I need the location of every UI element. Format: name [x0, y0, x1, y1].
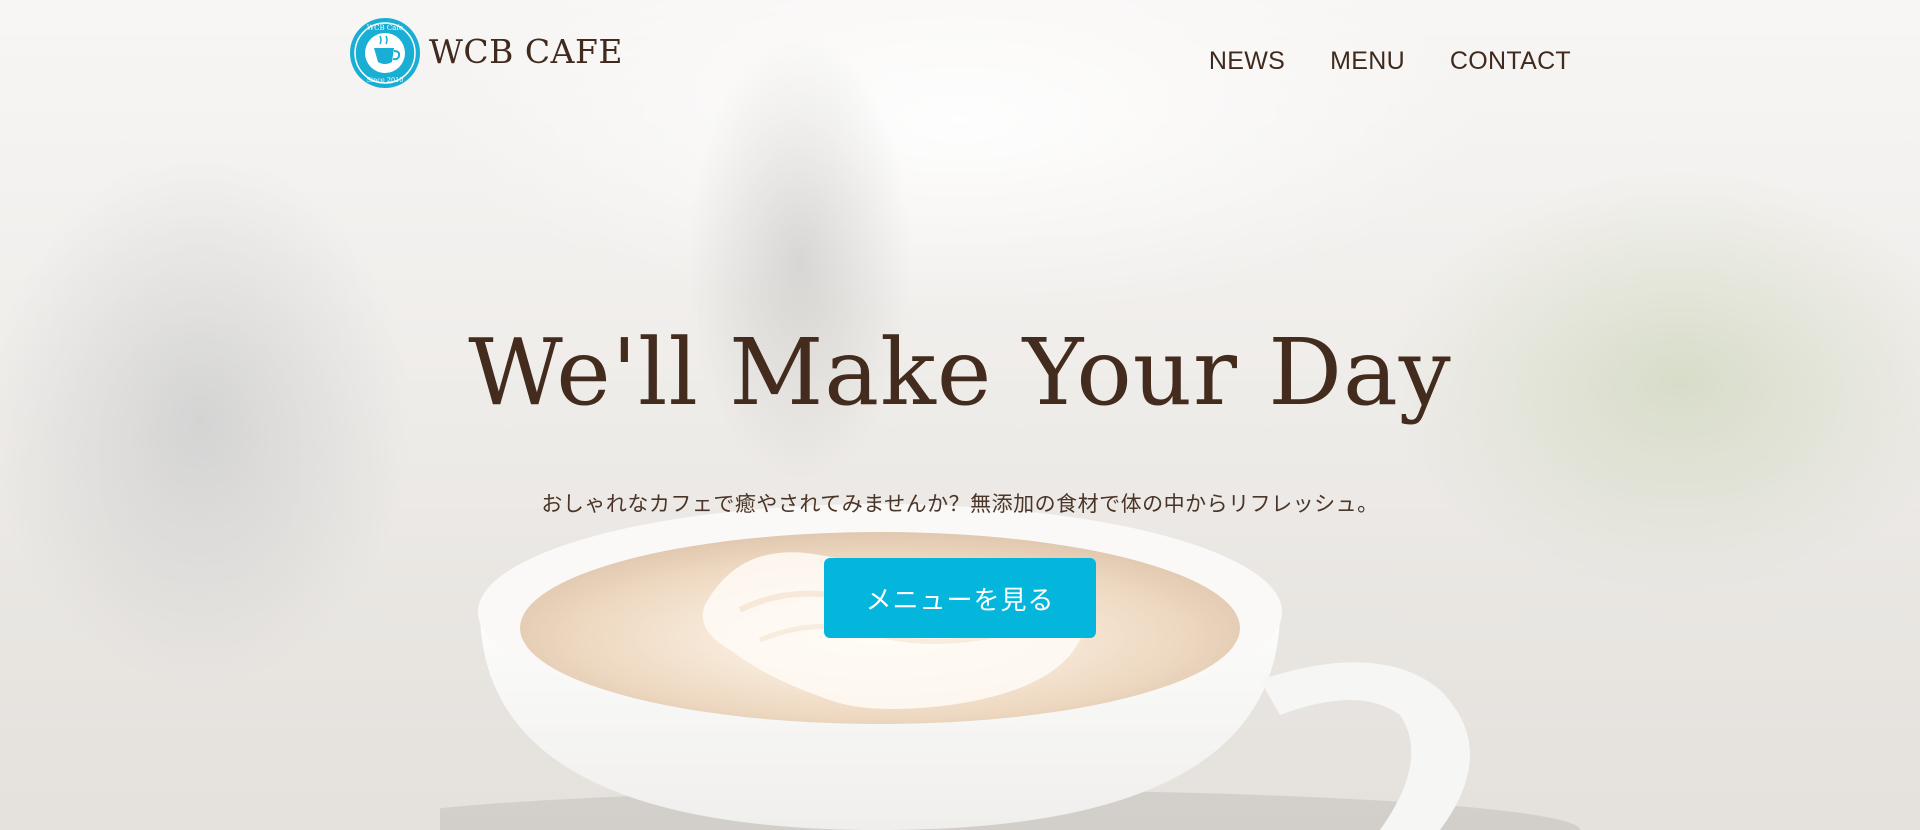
nav-link-contact[interactable]: CONTACT: [1450, 47, 1571, 76]
coffee-cup-badge-icon: WCB Cafe Since 2010: [350, 18, 420, 88]
hero-subtitle: おしゃれなカフェで癒やされてみませんか？無添加の食材で体の中からリフレッシュ。: [541, 492, 1379, 516]
view-menu-button[interactable]: メニューを見る: [824, 558, 1096, 638]
nav-link-news[interactable]: NEWS: [1209, 47, 1285, 76]
logo-badge-top-text: WCB Cafe: [367, 24, 403, 32]
nav-link-menu[interactable]: MENU: [1330, 47, 1405, 76]
main-nav: NEWS MENU CONTACT: [1209, 47, 1571, 76]
logo-text: WCB CAFE: [429, 31, 623, 71]
site-logo[interactable]: WCB Cafe Since 2010 WCB CAFE: [349, 17, 623, 89]
hero-title: We'll Make Your Day: [468, 319, 1452, 426]
logo-badge-bottom-text: Since 2010: [367, 76, 404, 84]
